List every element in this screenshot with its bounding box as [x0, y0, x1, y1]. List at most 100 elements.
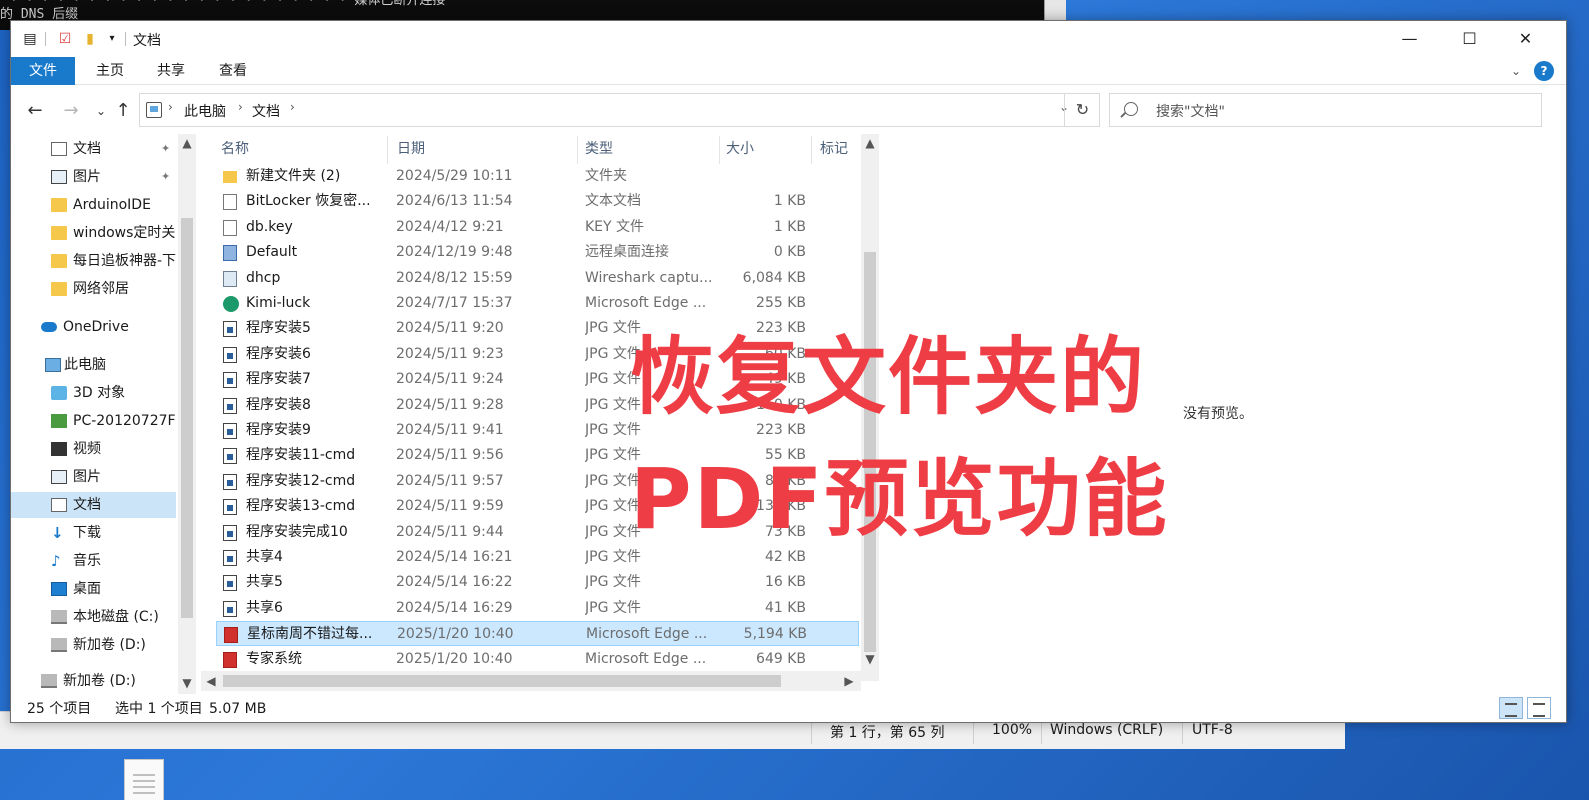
sort-ascending-icon: ^ — [299, 134, 307, 137]
column-name[interactable]: 名称 — [221, 134, 249, 164]
nav-item-drive-d-root[interactable]: 新加卷 (D:) — [11, 668, 176, 694]
tab-home[interactable]: 主页 — [93, 57, 127, 85]
tab-view[interactable]: 查看 — [216, 57, 250, 85]
address-bar[interactable]: › 此电脑 › 文档 › ⌄ — [139, 93, 1100, 127]
file-size: 5,194 KB — [743, 626, 807, 643]
pin-icon[interactable]: ✦ — [161, 164, 170, 190]
nav-item-arduinoide[interactable]: ArduinoIDE — [11, 192, 176, 218]
nav-scrollbar[interactable]: ▲ ▼ — [178, 134, 196, 694]
this-pc-icon — [146, 102, 162, 118]
chevron-right-icon[interactable]: › — [238, 100, 243, 114]
nav-item-drive-d[interactable]: 新加卷 (D:) — [11, 632, 176, 658]
pin-icon[interactable]: ✦ — [161, 136, 170, 162]
nav-item-documents-pinned[interactable]: 文档 ✦ — [11, 136, 176, 162]
file-type: 远程桌面连接 — [585, 244, 669, 261]
column-tags[interactable]: 标记 — [820, 134, 848, 164]
checkmark-icon[interactable]: ☑ — [56, 30, 74, 48]
recent-locations-button[interactable]: ⌄ — [89, 99, 113, 123]
search-placeholder: 搜索"文档" — [1156, 104, 1225, 120]
file-row[interactable]: dhcp 2024/8/12 15:59 Wireshark captu... 6,0… — [216, 266, 859, 291]
help-icon[interactable]: ? — [1534, 61, 1554, 81]
selection-size: 5.07 MB — [209, 701, 267, 717]
file-row[interactable]: 专家系统 2025/1/20 10:40 Microsoft Edge ... 649… — [216, 647, 859, 672]
file-name: 共享5 — [246, 574, 283, 591]
details-view-button[interactable] — [1499, 697, 1523, 719]
file-row[interactable]: db.key 2024/4/12 9:21 KEY 文件 1 KB — [216, 215, 859, 240]
column-type[interactable]: 类型 — [585, 134, 613, 164]
file-row[interactable]: 新建文件夹 (2) 2024/5/29 10:11 文件夹 — [216, 164, 859, 189]
nav-item-local-disk-c[interactable]: 本地磁盘 (C:) — [11, 604, 176, 630]
notepad-line-ending: Windows (CRLF) — [1050, 722, 1164, 738]
customize-quick-access-icon[interactable]: ▾ — [103, 30, 121, 48]
nav-scroll-thumb[interactable] — [181, 218, 193, 618]
up-button[interactable]: ↑ — [111, 99, 135, 123]
scroll-up-icon[interactable]: ▲ — [862, 136, 878, 150]
maximize-button[interactable]: ☐ — [1441, 21, 1498, 57]
column-separator[interactable] — [719, 136, 720, 164]
expand-ribbon-icon[interactable]: ⌄ — [1506, 61, 1526, 81]
file-row[interactable]: 星标南周不错过每... 2025/1/20 10:40 Microsoft Edge… — [216, 621, 859, 647]
refresh-button[interactable]: ↻ — [1064, 93, 1100, 127]
nav-item-windows-timer[interactable]: windows定时关 — [11, 220, 176, 246]
desktop-file-icon[interactable] — [124, 759, 164, 800]
scroll-up-icon[interactable]: ▲ — [179, 136, 195, 150]
file-row[interactable]: BitLocker 恢复密... 2024/6/13 11:54 文本文档 1 KB — [216, 189, 859, 214]
address-row: ← → ⌄ ↑ › 此电脑 › 文档 › ⌄ ↻ 搜索"文档" — [11, 93, 1566, 133]
file-date: 2024/7/17 15:37 — [396, 295, 513, 311]
nav-label: 图片 — [73, 469, 101, 485]
nav-item-pictures[interactable]: 图片 — [11, 464, 176, 490]
column-separator[interactable] — [387, 136, 388, 164]
nav-label: 此电脑 — [64, 357, 106, 373]
nav-item-music[interactable]: ♪ 音乐 — [11, 548, 176, 574]
tab-share[interactable]: 共享 — [154, 57, 188, 85]
scroll-right-icon[interactable]: ▶ — [841, 674, 857, 688]
jpg-file-icon — [223, 575, 237, 592]
nav-item-pictures-pinned[interactable]: 图片 ✦ — [11, 164, 176, 190]
nav-item-this-pc[interactable]: 此电脑 — [11, 352, 176, 378]
nav-item-daily-tool[interactable]: 每日追板神器-下 — [11, 248, 176, 274]
breadcrumb-this-pc[interactable]: 此电脑 — [184, 101, 226, 121]
nav-label: PC-20120727FS — [73, 413, 176, 429]
status-bar: 25 个项目 选中 1 个项目 5.07 MB — [11, 695, 1566, 723]
nav-item-3d-objects[interactable]: 3D 对象 — [11, 380, 176, 406]
search-icon — [1124, 102, 1138, 116]
nav-item-downloads[interactable]: ↓ 下载 — [11, 520, 176, 546]
breadcrumb-documents[interactable]: 文档 — [252, 101, 280, 121]
large-icons-view-button[interactable] — [1527, 697, 1551, 719]
nav-item-network-pc[interactable]: PC-20120727FS — [11, 408, 176, 434]
nav-item-videos[interactable]: 视频 — [11, 436, 176, 462]
file-size: 1 KB — [773, 193, 806, 210]
column-date[interactable]: 日期 — [397, 134, 425, 164]
close-button[interactable]: ✕ — [1497, 21, 1554, 57]
nav-item-desktop[interactable]: 桌面 — [11, 576, 176, 602]
scroll-left-icon[interactable]: ◀ — [203, 674, 219, 688]
file-date: 2024/5/29 10:11 — [396, 168, 513, 184]
file-row[interactable]: 共享5 2024/5/14 16:22 JPG 文件 16 KB — [216, 570, 859, 595]
file-name: 星标南周不错过每... — [247, 626, 373, 643]
onedrive-icon — [41, 322, 57, 332]
nav-item-onedrive[interactable]: OneDrive — [11, 314, 176, 340]
file-date: 2024/5/11 9:57 — [396, 472, 504, 489]
properties-icon[interactable]: ▤ — [21, 30, 39, 48]
search-input[interactable]: 搜索"文档" — [1109, 93, 1542, 127]
chevron-right-icon[interactable]: › — [168, 100, 173, 114]
title-bar[interactable]: ▤ ☑ ▮ ▾ 文档 — ☐ ✕ — [11, 21, 1566, 57]
horizontal-scroll-thumb[interactable] — [223, 675, 781, 687]
new-folder-icon[interactable]: ▮ — [81, 30, 99, 48]
back-button[interactable]: ← — [23, 99, 47, 123]
nav-item-network-neighborhood[interactable]: 网络邻居 — [11, 276, 176, 302]
scroll-down-icon[interactable]: ▼ — [862, 652, 878, 666]
file-list-horizontal-scrollbar[interactable]: ◀ ▶ — [201, 671, 861, 691]
tab-file[interactable]: 文件 — [11, 57, 75, 85]
forward-button[interactable]: → — [59, 99, 83, 123]
column-size[interactable]: 大小 — [726, 134, 754, 164]
scroll-down-icon[interactable]: ▼ — [179, 676, 195, 690]
column-separator[interactable] — [577, 136, 578, 164]
file-row[interactable]: Default 2024/12/19 9:48 远程桌面连接 0 KB — [216, 240, 859, 265]
minimize-button[interactable]: — — [1381, 21, 1438, 57]
nav-item-documents[interactable]: 文档 — [11, 492, 176, 518]
chevron-right-icon[interactable]: › — [290, 100, 295, 114]
file-row[interactable]: 共享6 2024/5/14 16:29 JPG 文件 41 KB — [216, 596, 859, 621]
file-date: 2024/5/11 9:56 — [396, 447, 504, 464]
column-separator[interactable] — [811, 136, 812, 164]
